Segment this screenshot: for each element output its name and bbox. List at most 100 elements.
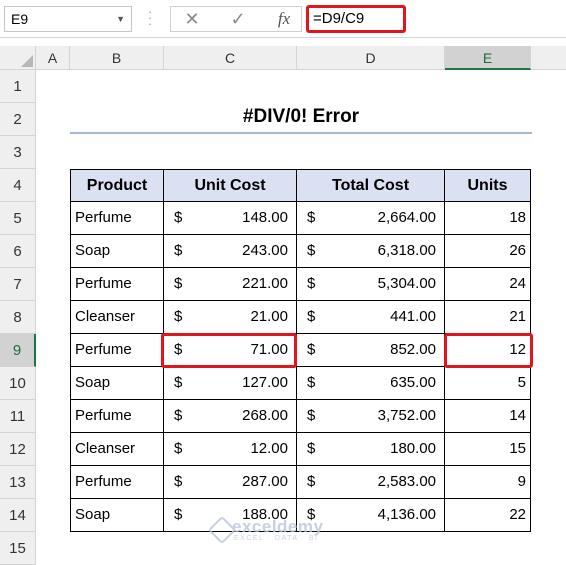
total-cost-value: 4,136.00: [377, 506, 436, 523]
total-cost-cell[interactable]: $635.00: [297, 367, 445, 400]
total-cost-value: 2,583.00: [377, 473, 436, 490]
currency-symbol: $: [307, 473, 316, 490]
currency-symbol: $: [307, 407, 316, 424]
currency-symbol: $: [307, 275, 316, 292]
row-header-13[interactable]: 13: [0, 466, 36, 499]
chevron-down-icon[interactable]: ▼: [116, 7, 125, 31]
units-cell[interactable]: 18: [445, 202, 531, 235]
product-cell[interactable]: Perfume: [70, 268, 164, 301]
units-cell[interactable]: 5: [445, 367, 531, 400]
unit-cost-cell[interactable]: $21.00: [164, 301, 297, 334]
total-cost-cell[interactable]: $180.00: [297, 433, 445, 466]
column-heading-units[interactable]: Units: [445, 169, 531, 202]
row-header-8[interactable]: 8: [0, 301, 36, 334]
column-header-a[interactable]: A: [36, 46, 70, 70]
product-cell[interactable]: Perfume: [70, 466, 164, 499]
total-cost-cell[interactable]: $6,318.00: [297, 235, 445, 268]
row-header-3[interactable]: 3: [0, 136, 36, 169]
unit-cost-value: 243.00: [242, 242, 288, 259]
total-cost-value: 635.00: [390, 374, 436, 391]
unit-cost-cell[interactable]: $12.00: [164, 433, 297, 466]
row-header-1[interactable]: 1: [0, 70, 36, 103]
unit-cost-cell[interactable]: $148.00: [164, 202, 297, 235]
row-header-12[interactable]: 12: [0, 433, 36, 466]
product-cell[interactable]: Soap: [70, 235, 164, 268]
units-cell[interactable]: 21: [445, 301, 531, 334]
unit-cost-cell[interactable]: $268.00: [164, 400, 297, 433]
product-cell[interactable]: Perfume: [70, 400, 164, 433]
currency-symbol: $: [307, 374, 316, 391]
units-cell[interactable]: 15: [445, 433, 531, 466]
title-underline: [70, 132, 532, 134]
row-header-11[interactable]: 11: [0, 400, 36, 433]
unit-cost-value: 287.00: [242, 473, 288, 490]
units-cell[interactable]: 14: [445, 400, 531, 433]
unit-cost-cell[interactable]: $287.00: [164, 466, 297, 499]
total-cost-value: 441.00: [390, 308, 436, 325]
currency-symbol: $: [174, 209, 183, 226]
row-header-10[interactable]: 10: [0, 367, 36, 400]
currency-symbol: $: [174, 506, 183, 523]
unit-cost-value: 12.00: [250, 440, 288, 457]
units-cell[interactable]: 9: [445, 466, 531, 499]
unit-cost-value: 127.00: [242, 374, 288, 391]
select-all-button[interactable]: [0, 46, 36, 70]
unit-cost-value: 221.00: [242, 275, 288, 292]
column-header-f[interactable]: [531, 46, 566, 70]
cancel-icon[interactable]: ✕: [177, 7, 207, 31]
total-cost-cell[interactable]: $441.00: [297, 301, 445, 334]
unit-cost-cell[interactable]: $243.00: [164, 235, 297, 268]
row-header-5[interactable]: 5: [0, 202, 36, 235]
row-header-9[interactable]: 9: [0, 334, 36, 367]
row-header-14[interactable]: 14: [0, 499, 36, 532]
product-cell[interactable]: Cleanser: [70, 433, 164, 466]
currency-symbol: $: [174, 407, 183, 424]
units-cell[interactable]: 26: [445, 235, 531, 268]
column-header-c[interactable]: C: [164, 46, 297, 70]
watermark-name: exceldemy: [232, 517, 324, 536]
currency-symbol: $: [307, 209, 316, 226]
row-header-2[interactable]: 2: [0, 103, 36, 136]
highlight-unit-cost-cell: [161, 333, 297, 368]
currency-symbol: $: [174, 242, 183, 259]
total-cost-value: 5,304.00: [377, 275, 436, 292]
total-cost-value: 852.00: [390, 341, 436, 358]
row-header-7[interactable]: 7: [0, 268, 36, 301]
product-cell[interactable]: Cleanser: [70, 301, 164, 334]
total-cost-cell[interactable]: $2,583.00: [297, 466, 445, 499]
product-cell[interactable]: Perfume: [70, 334, 164, 367]
column-heading-total-cost[interactable]: Total Cost: [297, 169, 445, 202]
unit-cost-cell[interactable]: $127.00: [164, 367, 297, 400]
total-cost-cell[interactable]: $2,664.00: [297, 202, 445, 235]
currency-symbol: $: [174, 473, 183, 490]
total-cost-cell[interactable]: $5,304.00: [297, 268, 445, 301]
exceldemy-watermark: exceldemy EXCEL · DATA · BI: [207, 515, 360, 549]
row-header-6[interactable]: 6: [0, 235, 36, 268]
enter-icon[interactable]: ✓: [223, 7, 253, 31]
product-cell[interactable]: Soap: [70, 367, 164, 400]
unit-cost-cell[interactable]: $221.00: [164, 268, 297, 301]
name-box[interactable]: E9 ▼: [4, 6, 132, 32]
units-cell[interactable]: 24: [445, 268, 531, 301]
highlight-units-cell: [444, 333, 533, 368]
product-cell[interactable]: Perfume: [70, 202, 164, 235]
total-cost-value: 3,752.00: [377, 407, 436, 424]
product-cell[interactable]: Soap: [70, 499, 164, 532]
column-heading-product[interactable]: Product: [70, 169, 164, 202]
formula-input[interactable]: =D9/C9: [306, 5, 406, 33]
row-header-15[interactable]: 15: [0, 532, 36, 565]
column-header-e[interactable]: E: [445, 46, 531, 70]
row-header-4[interactable]: 4: [0, 169, 36, 202]
total-cost-value: 180.00: [390, 440, 436, 457]
column-header-b[interactable]: B: [70, 46, 164, 70]
total-cost-cell[interactable]: $852.00: [297, 334, 445, 367]
watermark-tagline: EXCEL · DATA · BI: [234, 535, 319, 542]
currency-symbol: $: [174, 308, 183, 325]
column-header-d[interactable]: D: [297, 46, 445, 70]
column-heading-unit-cost[interactable]: Unit Cost: [164, 169, 297, 202]
units-cell[interactable]: 22: [445, 499, 531, 532]
currency-symbol: $: [307, 308, 316, 325]
insert-function-icon[interactable]: fx: [269, 7, 299, 31]
total-cost-cell[interactable]: $3,752.00: [297, 400, 445, 433]
more-options-icon[interactable]: · · ·: [146, 5, 154, 30]
